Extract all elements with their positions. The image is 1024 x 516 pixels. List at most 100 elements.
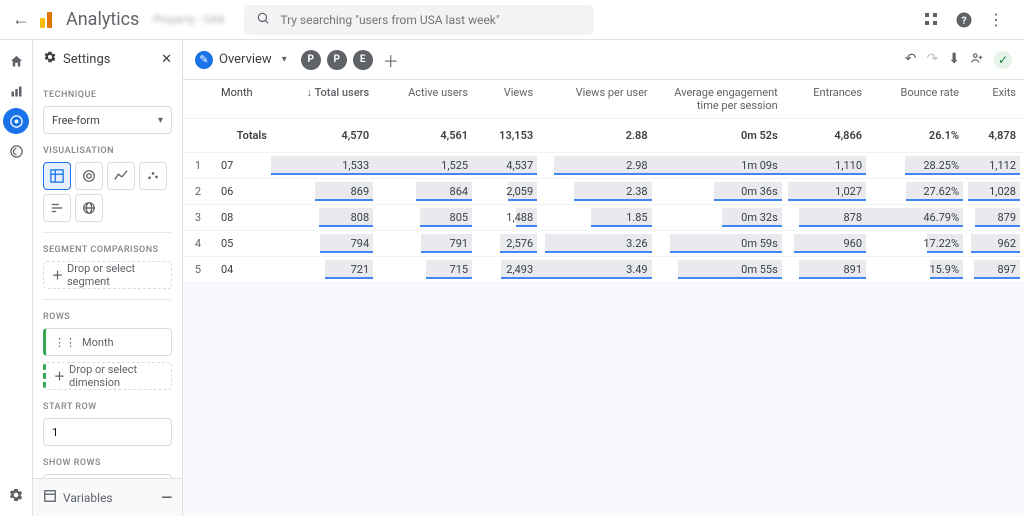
- col-entrances[interactable]: Entrances: [786, 80, 870, 119]
- data-cell: 960: [786, 231, 870, 257]
- vis-table-icon[interactable]: [43, 162, 71, 190]
- help-icon[interactable]: ?: [948, 4, 980, 36]
- settings-panel: Settings ✕ TECHNIQUE Free-form ▾ VISUALI…: [33, 40, 183, 516]
- redo-icon[interactable]: ↷: [927, 51, 939, 69]
- chevron-down-icon: ▾: [282, 54, 287, 65]
- totals-cell: 2.88: [541, 119, 655, 153]
- data-cell: 27.62%: [870, 179, 967, 205]
- close-settings-icon[interactable]: ✕: [161, 52, 172, 67]
- data-cell: 1,112: [967, 153, 1024, 179]
- vis-bar-icon[interactable]: [43, 194, 71, 222]
- table-header-row: Month ↓ Total users Active users Views V…: [183, 80, 1024, 119]
- settings-title: Settings: [63, 52, 110, 67]
- col-month[interactable]: Month: [213, 80, 275, 119]
- data-cell: 0m 55s: [656, 257, 786, 283]
- nav-admin-icon[interactable]: [3, 482, 29, 508]
- variables-label: Variables: [63, 491, 113, 505]
- visualisation-label: VISUALISATION: [43, 146, 172, 156]
- col-total-users[interactable]: ↓ Total users: [275, 80, 377, 119]
- nav-explore-icon[interactable]: [3, 108, 29, 134]
- data-cell: 962: [967, 231, 1024, 257]
- row-index: 3: [183, 205, 213, 231]
- technique-select[interactable]: Free-form ▾: [43, 106, 172, 134]
- table-row[interactable]: 1071,5331,5254,5372.981m 09s1,11028.25%1…: [183, 153, 1024, 179]
- technique-value: Free-form: [52, 114, 100, 127]
- menu-icon[interactable]: ⋮: [980, 4, 1012, 36]
- data-table: Month ↓ Total users Active users Views V…: [183, 80, 1024, 283]
- rows-label: ROWS: [43, 312, 172, 322]
- rows-dimension-chip[interactable]: ⋮⋮Month: [43, 328, 172, 356]
- vis-donut-icon[interactable]: [75, 162, 103, 190]
- start-row-input[interactable]: [43, 418, 172, 446]
- badge[interactable]: P: [327, 50, 347, 70]
- nav-advertising-icon[interactable]: [3, 138, 29, 164]
- data-cell: 3.49: [541, 257, 655, 283]
- search-input[interactable]: [280, 13, 582, 27]
- data-cell: 879: [967, 205, 1024, 231]
- add-tab-button[interactable]: ＋: [379, 48, 403, 72]
- data-cell: 2.98: [541, 153, 655, 179]
- totals-cell: 0m 52s: [656, 119, 786, 153]
- data-cell: 794: [275, 231, 377, 257]
- data-cell: 1,027: [786, 179, 870, 205]
- share-icon[interactable]: [970, 51, 984, 69]
- data-cell: 1,488: [476, 205, 541, 231]
- rows-add-dimension[interactable]: ＋Drop or select dimension: [43, 362, 172, 390]
- svg-text:?: ?: [961, 13, 966, 26]
- back-button[interactable]: ←: [12, 9, 30, 30]
- col-bounce-rate[interactable]: Bounce rate: [870, 80, 967, 119]
- property-selector[interactable]: Property - GA4: [153, 13, 224, 26]
- col-views-per-user[interactable]: Views per user: [541, 80, 655, 119]
- chevron-down-icon: ▾: [158, 115, 163, 126]
- download-icon[interactable]: ⬇: [948, 51, 960, 69]
- vis-scatter-icon[interactable]: [139, 162, 167, 190]
- tab-name: Overview: [219, 52, 272, 67]
- variables-icon: [43, 489, 57, 506]
- row-dim: 07: [213, 153, 275, 179]
- search-box[interactable]: [244, 5, 594, 35]
- data-cell: 1,533: [275, 153, 377, 179]
- logo[interactable]: Analytics: [40, 9, 139, 30]
- apps-icon[interactable]: [916, 4, 948, 36]
- row-index: 4: [183, 231, 213, 257]
- navrail: [0, 40, 33, 516]
- vis-geo-icon[interactable]: [75, 194, 103, 222]
- undo-icon[interactable]: ↶: [905, 51, 917, 69]
- segment-label: SEGMENT COMPARISONS: [43, 245, 172, 255]
- row-dim: 06: [213, 179, 275, 205]
- data-cell: 864: [377, 179, 476, 205]
- data-cell: 0m 32s: [656, 205, 786, 231]
- data-cell: 2.38: [541, 179, 655, 205]
- col-exits[interactable]: Exits: [967, 80, 1024, 119]
- table-row[interactable]: 3088088051,4881.850m 32s87846.79%879: [183, 205, 1024, 231]
- col-views[interactable]: Views: [476, 80, 541, 119]
- badge[interactable]: P: [301, 50, 321, 70]
- data-cell: 0m 36s: [656, 179, 786, 205]
- col-active-users[interactable]: Active users: [377, 80, 476, 119]
- data-cell: 891: [786, 257, 870, 283]
- edit-icon: ✎: [195, 51, 213, 69]
- data-cell: 4,537: [476, 153, 541, 179]
- nav-reports-icon[interactable]: [3, 78, 29, 104]
- col-avg-engagement[interactable]: Average engagement time per session: [656, 80, 786, 119]
- table-row[interactable]: 4057947912,5763.260m 59s96017.22%962: [183, 231, 1024, 257]
- data-cell: 28.25%: [870, 153, 967, 179]
- start-row-label: START ROW: [43, 402, 172, 412]
- minimize-icon: —: [161, 490, 172, 506]
- table-row[interactable]: 2068698642,0592.380m 36s1,02727.62%1,028: [183, 179, 1024, 205]
- canvas-toolbar: ✎ Overview ▾ P P E ＋ ↶ ↷ ⬇ ✓: [183, 40, 1024, 80]
- totals-cell: 4,866: [786, 119, 870, 153]
- badge[interactable]: E: [353, 50, 373, 70]
- vis-line-icon[interactable]: [107, 162, 135, 190]
- nav-home-icon[interactable]: [3, 48, 29, 74]
- data-cell: 897: [967, 257, 1024, 283]
- sample-indicator-icon[interactable]: ✓: [994, 51, 1012, 69]
- data-cell: 0m 59s: [656, 231, 786, 257]
- data-cell: 869: [275, 179, 377, 205]
- tab-overview[interactable]: ✎ Overview ▾: [195, 51, 287, 69]
- segment-drop[interactable]: ＋Drop or select segment: [43, 261, 172, 289]
- table-row[interactable]: 5047217152,4933.490m 55s89115.9%897: [183, 257, 1024, 283]
- row-index: 5: [183, 257, 213, 283]
- data-cell: 878: [786, 205, 870, 231]
- variables-panel-toggle[interactable]: Variables —: [33, 478, 182, 516]
